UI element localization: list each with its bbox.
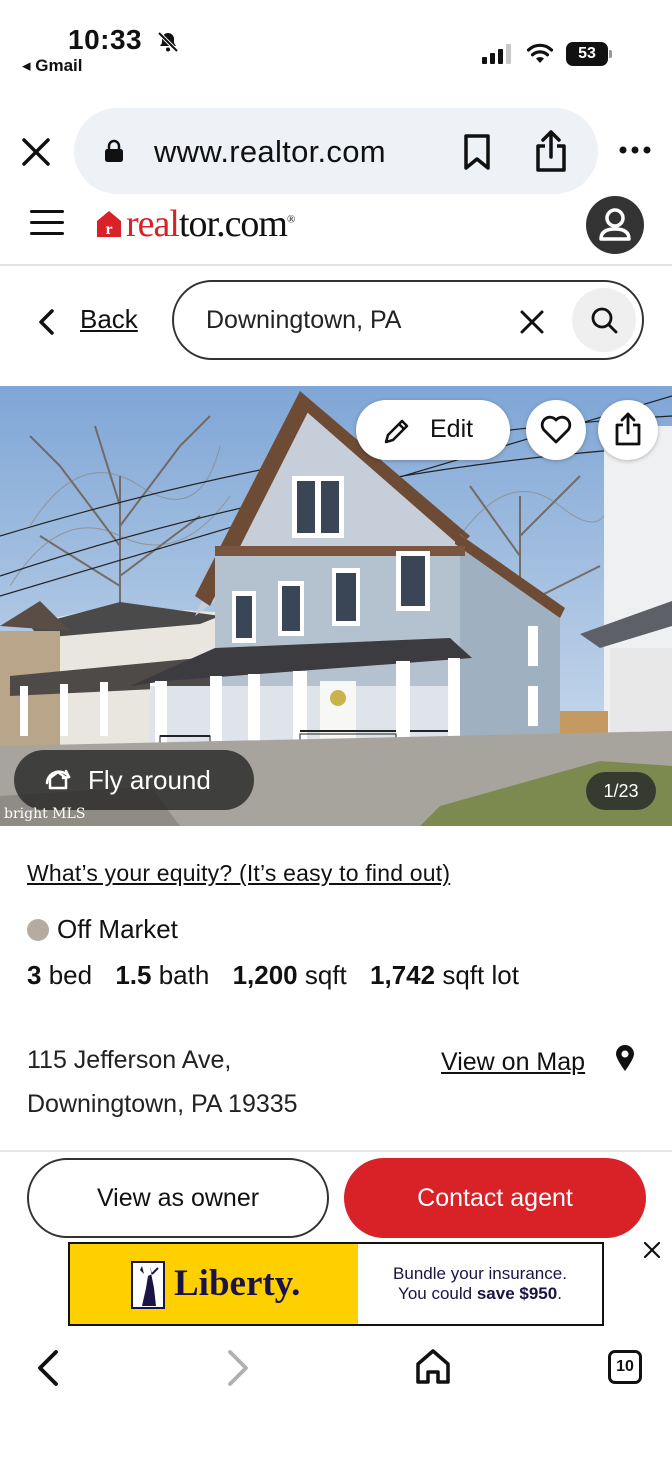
edit-label: Edit bbox=[430, 415, 474, 443]
battery-indicator: 53 bbox=[566, 42, 612, 66]
view-as-owner-button[interactable]: View as owner bbox=[27, 1158, 329, 1238]
search-input[interactable]: Downingtown, PA bbox=[172, 280, 644, 360]
back-to-gmail[interactable]: ◂ Gmail bbox=[22, 56, 83, 76]
realtor-logo[interactable]: r realtor.com® bbox=[96, 203, 295, 245]
beds-unit: bed bbox=[48, 960, 93, 990]
listing-status: Off Market bbox=[27, 914, 178, 945]
share-listing-button[interactable] bbox=[598, 400, 658, 460]
lot-unit: sqft lot bbox=[442, 960, 519, 990]
tabs-count-button[interactable]: 10 bbox=[608, 1350, 642, 1384]
battery-level: 53 bbox=[566, 42, 608, 66]
chevron-left-icon[interactable] bbox=[36, 308, 56, 336]
forward-arrow-icon[interactable] bbox=[226, 1348, 252, 1388]
more-options-icon[interactable] bbox=[618, 144, 652, 156]
browser-bottom-nav: 10 bbox=[0, 1330, 672, 1461]
listing-facts: 3 bed 1.5 bath 1,200 sqft 1,742 sqft lot bbox=[27, 960, 535, 991]
bookmark-icon[interactable] bbox=[462, 134, 492, 170]
close-icon[interactable] bbox=[18, 134, 54, 170]
address-line-2: Downingtown, PA 19335 bbox=[27, 1090, 298, 1118]
baths-unit: bath bbox=[158, 960, 210, 990]
lock-icon bbox=[105, 139, 123, 162]
menu-icon[interactable] bbox=[30, 210, 64, 238]
baths-value: 1.5 bbox=[115, 960, 152, 990]
share-icon[interactable] bbox=[534, 130, 568, 172]
bell-muted-icon bbox=[157, 31, 179, 53]
mls-watermark: bright MLS bbox=[4, 806, 86, 822]
browser-toolbar: www.realtor.com bbox=[0, 106, 672, 196]
heart-icon bbox=[540, 415, 572, 444]
sqft-unit: sqft bbox=[304, 960, 347, 990]
status-bar: 10:33 ◂ Gmail 53 bbox=[0, 0, 672, 96]
contact-agent-button[interactable]: Contact agent bbox=[344, 1158, 646, 1238]
map-pin-icon[interactable] bbox=[614, 1044, 636, 1072]
action-bar: View as owner Contact agent bbox=[0, 1150, 672, 1244]
logo-text-red: real bbox=[126, 203, 180, 245]
ad-brand-name: Liberty. bbox=[174, 1263, 301, 1304]
save-favorite-button[interactable] bbox=[526, 400, 586, 460]
url-text: www.realtor.com bbox=[154, 134, 386, 169]
pencil-icon bbox=[384, 419, 409, 444]
search-button[interactable] bbox=[572, 288, 636, 352]
ad-offer: You could save $950. bbox=[398, 1284, 562, 1303]
sqft-value: 1,200 bbox=[232, 960, 298, 990]
status-text: Off Market bbox=[57, 914, 178, 944]
logo-registered: ® bbox=[287, 213, 295, 226]
address-bar[interactable]: www.realtor.com bbox=[74, 108, 598, 194]
status-time: 10:33 bbox=[68, 24, 143, 55]
contact-agent-label: Contact agent bbox=[417, 1184, 573, 1212]
address-line-1: 115 Jefferson Ave, bbox=[27, 1046, 232, 1074]
edit-button[interactable]: Edit bbox=[356, 400, 510, 460]
fly-around-icon bbox=[45, 769, 71, 790]
close-ad-icon[interactable] bbox=[642, 1240, 662, 1260]
wifi-icon bbox=[526, 43, 554, 63]
search-row: Back Downingtown, PA bbox=[0, 266, 672, 386]
beds-value: 3 bbox=[27, 960, 42, 990]
photo-counter: 1/23 bbox=[586, 772, 656, 810]
logo-text-dark: tor.com bbox=[178, 203, 288, 245]
cellular-signal-icon bbox=[482, 44, 511, 64]
listing-photo[interactable]: Edit Fly around 1/23 bright MLS bbox=[0, 386, 672, 826]
ad-brand-panel: Liberty. bbox=[70, 1244, 358, 1324]
fly-around-label: Fly around bbox=[88, 765, 211, 795]
status-dot-icon bbox=[27, 918, 49, 941]
lot-value: 1,742 bbox=[370, 960, 436, 990]
house-logo-icon: r bbox=[97, 211, 121, 238]
home-icon[interactable] bbox=[414, 1348, 452, 1386]
equity-link[interactable]: What’s your equity? (It’s easy to find o… bbox=[27, 860, 450, 887]
user-icon bbox=[599, 208, 631, 241]
fly-around-button[interactable]: Fly around bbox=[14, 750, 254, 810]
statue-of-liberty-logo-icon bbox=[131, 1261, 165, 1309]
view-on-map-link[interactable]: View on Map bbox=[441, 1048, 585, 1077]
account-avatar[interactable] bbox=[586, 196, 644, 254]
view-as-owner-label: View as owner bbox=[96, 1184, 260, 1212]
search-icon bbox=[591, 307, 618, 334]
share-icon bbox=[615, 412, 641, 446]
liberty-ad-banner[interactable]: Liberty. Bundle your insurance. You coul… bbox=[68, 1242, 604, 1326]
svg-text:r: r bbox=[105, 221, 112, 238]
search-query: Downingtown, PA bbox=[206, 306, 402, 334]
back-arrow-icon[interactable] bbox=[34, 1348, 60, 1388]
site-header: r realtor.com® bbox=[0, 196, 672, 266]
clear-search-icon[interactable] bbox=[518, 308, 546, 336]
ad-tagline: Bundle your insurance. bbox=[393, 1264, 567, 1283]
back-link[interactable]: Back bbox=[80, 304, 138, 335]
